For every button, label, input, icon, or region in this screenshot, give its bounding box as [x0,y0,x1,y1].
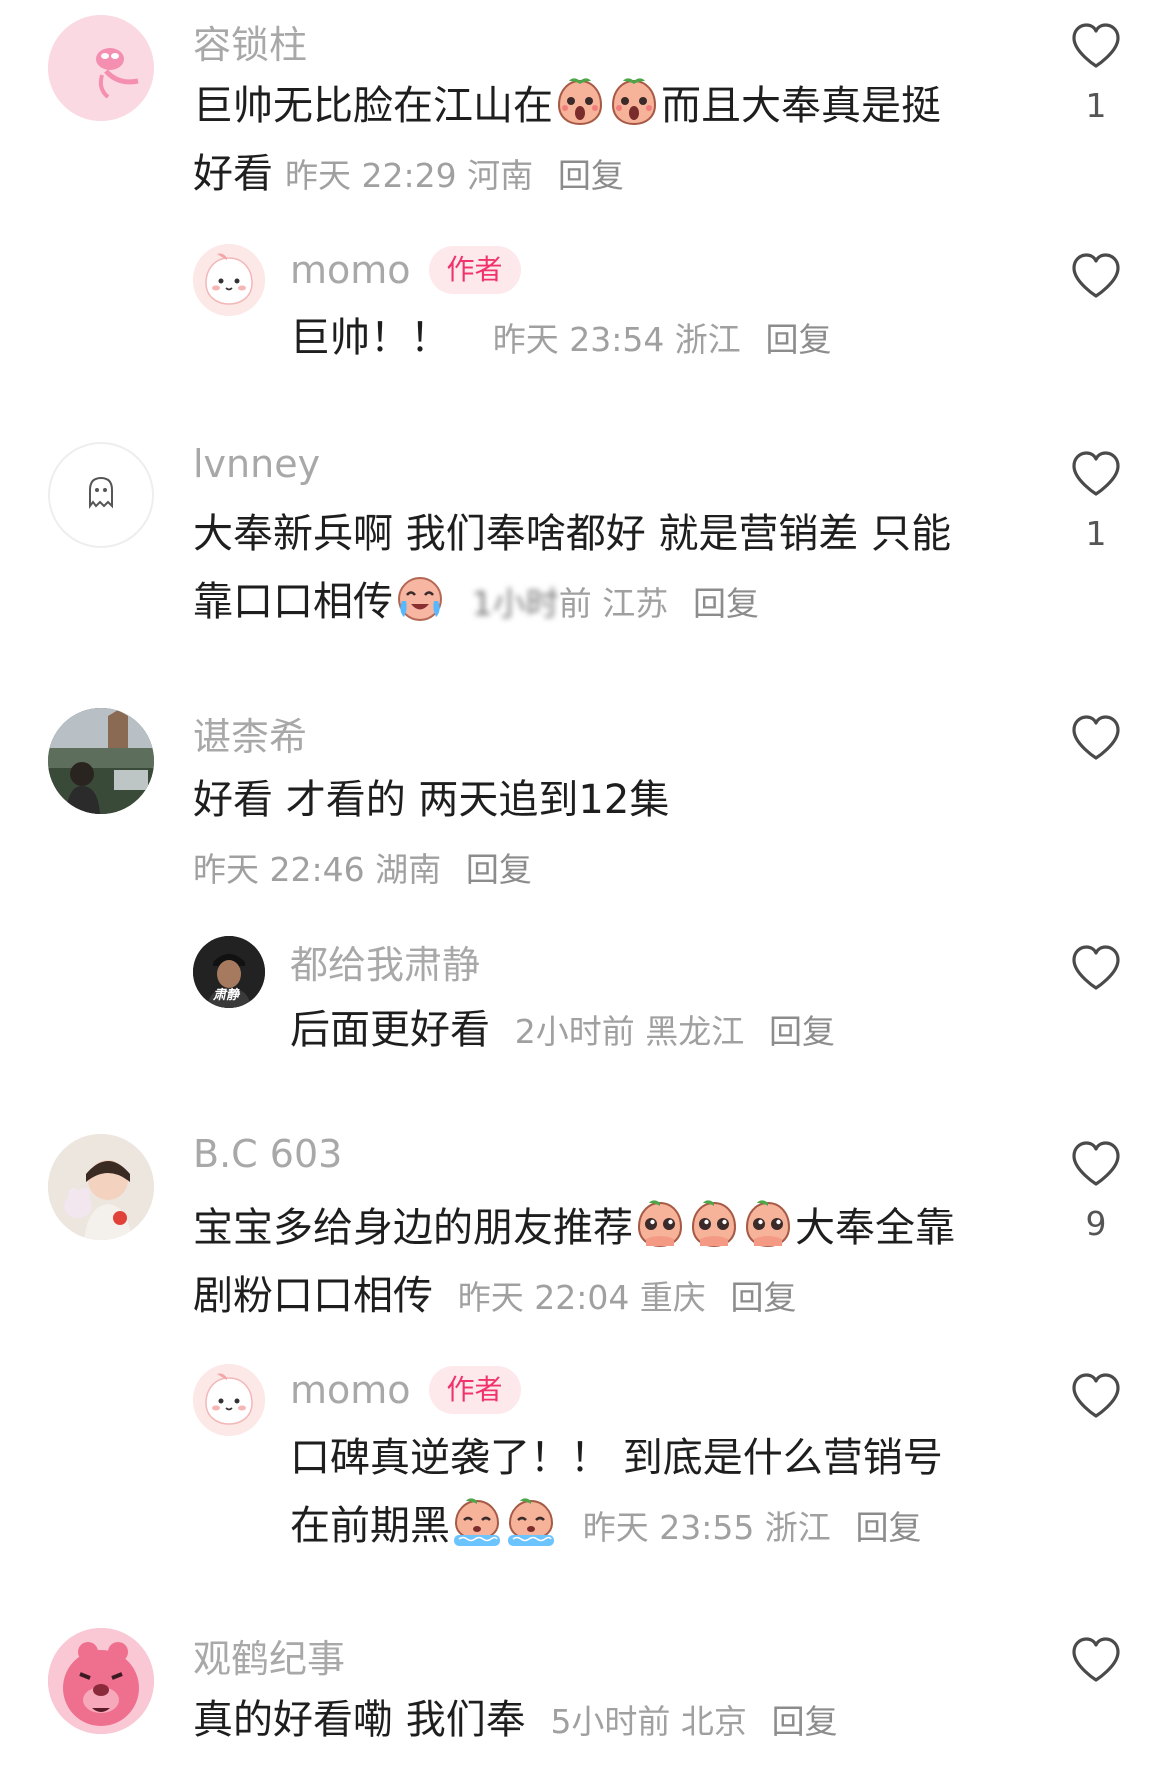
avatar[interactable] [48,15,154,121]
avatar[interactable]: 肃静 [193,936,265,1008]
peach-character-avatar-icon [193,1364,265,1436]
comment-text-part: 好看 [193,151,273,197]
comment-text-line: 靠口口相传 1小时前 江苏 回复 [193,568,759,638]
like-count: 1 [1085,514,1107,553]
heart-outline-icon [1070,714,1122,762]
heart-outline-icon [1070,944,1122,992]
avatar[interactable] [48,442,154,548]
reply-button[interactable]: 回复 [466,850,532,889]
comment-text-part: 真的好看嘞 我们奉 [193,1697,526,1743]
username: momo 作者 [290,246,521,294]
heart-outline-icon [1070,1636,1122,1684]
reply-button[interactable]: 回复 [766,320,832,359]
author-badge: 作者 [428,246,521,294]
username[interactable]: 都给我肃静 [290,934,480,989]
like-button[interactable] [1068,1636,1124,1684]
reply-button[interactable]: 回复 [772,1702,838,1741]
like-button[interactable] [1068,1140,1124,1188]
ghost-avatar-icon [89,476,113,509]
reply-button[interactable]: 回复 [731,1278,797,1317]
comment-text-line: 好看 昨天 22:29 河南 回复 [193,140,624,210]
shocked-peach-emoji-icon [608,75,660,127]
username-text[interactable]: momo [290,248,411,292]
pleading-peach-emoji-icon [742,1197,794,1249]
avatar-caption: 肃静 [213,988,240,1003]
avatar[interactable] [48,708,154,814]
photo-avatar-icon [48,708,154,814]
comment-text-part: 大奉全靠 [795,1205,955,1251]
author-badge: 作者 [428,1366,521,1414]
shocked-peach-emoji-icon [554,75,606,127]
comment-meta: 昨天 23:55 浙江 [582,1508,831,1547]
comment-meta: 前 江苏 [558,584,669,623]
comment-text: 好看 才看的 两天追到12集 [193,777,670,823]
comment-meta: 5小时前 北京 [550,1702,747,1741]
reply-button[interactable]: 回复 [769,1012,835,1051]
pleading-peach-emoji-icon [634,1197,686,1249]
comment-meta: 昨天 22:04 重庆 [457,1278,706,1317]
comment-text: 后面更好看 2小时前 黑龙江 回复 [290,996,835,1066]
like-count: 9 [1085,1204,1107,1243]
comment-text-part: 靠口口相传 [193,579,393,625]
heart-outline-icon [1070,1372,1122,1420]
avatar[interactable] [193,1364,265,1436]
comment-meta: 昨天 23:54 浙江 [492,320,741,359]
username-text[interactable]: momo [290,1368,411,1412]
username[interactable]: lvnney [193,442,320,486]
comment-text-part: 剧粉口口相传 [193,1273,433,1319]
tearful-peach-emoji-icon [505,1495,557,1547]
like-button[interactable] [1068,450,1124,498]
like-count: 1 [1085,86,1107,125]
avatar[interactable] [193,244,265,316]
username[interactable]: B.C 603 [193,1132,342,1176]
comment-text-part: 口碑真逆袭了！！ 到底是什么营销号 [290,1435,943,1481]
reply-button[interactable]: 回复 [558,156,624,195]
avatar[interactable] [48,1628,154,1734]
tearful-peach-emoji-icon [451,1495,503,1547]
username[interactable]: 谌柰希 [193,706,307,761]
username[interactable]: 容锁柱 [193,14,307,69]
comment-meta-line: 昨天 22:46 湖南 回复 [193,834,532,904]
like-button[interactable] [1068,944,1124,992]
pink-beaver-avatar-icon [48,1628,154,1734]
comment-text: 宝宝多给身边的朋友推荐 大奉全靠 [193,1194,955,1262]
comment-meta: 昨天 22:46 湖南 [193,850,442,889]
like-button[interactable] [1068,714,1124,762]
like-button[interactable] [1068,252,1124,300]
comment-meta: 2小时前 黑龙江 [514,1012,745,1051]
username: momo 作者 [290,1366,521,1414]
comment-text-part: 巨帅无比脸在江山在 [193,83,553,129]
crying-laugh-emoji-icon [394,571,446,623]
comment-text-part: 后面更好看 [290,1007,490,1053]
comment-meta: 昨天 22:29 河南 [285,156,534,195]
comment-text-part: 在前期黑 [290,1503,450,1549]
like-button[interactable] [1068,22,1124,70]
heart-outline-icon [1070,450,1122,498]
heart-outline-icon [1070,1140,1122,1188]
comment-text-part: 大奉新兵啊 我们奉啥都好 就是营销差 只能 [193,511,952,557]
reply-button[interactable]: 回复 [693,584,759,623]
reply-button[interactable]: 回复 [856,1508,922,1547]
comment-text: 真的好看嘞 我们奉 5小时前 北京 回复 [193,1686,838,1756]
peach-character-avatar-icon [193,244,265,316]
comment-text: 大奉新兵啊 我们奉啥都好 就是营销差 只能 [193,500,951,568]
pleading-peach-emoji-icon [688,1197,740,1249]
avatar[interactable] [48,1134,154,1240]
heart-outline-icon [1070,252,1122,300]
blurred-time: 1小时 [471,584,559,623]
comment-text-line: 剧粉口口相传 昨天 22:04 重庆 回复 [193,1262,797,1332]
heart-outline-icon [1070,22,1122,70]
pink-panther-avatar-icon [48,15,154,121]
comment-text-part: 巨帅！！ [290,315,450,361]
like-button[interactable] [1068,1372,1124,1420]
comment-text-part: 宝宝多给身边的朋友推荐 [193,1205,633,1251]
comment-text-line: 在前期黑 昨天 23:55 浙江 回复 [290,1492,922,1562]
username[interactable]: 观鹤纪事 [193,1628,345,1683]
comment-text: 口碑真逆袭了！！ 到底是什么营销号 [290,1424,943,1492]
comment-text-part: 而且大奉真是挺 [661,83,941,129]
comment-text: 巨帅！！ 昨天 23:54 浙江 回复 [290,304,832,374]
comment-text: 巨帅无比脸在江山在 而且大奉真是挺 [193,72,941,140]
photo-avatar-icon [48,1134,154,1240]
